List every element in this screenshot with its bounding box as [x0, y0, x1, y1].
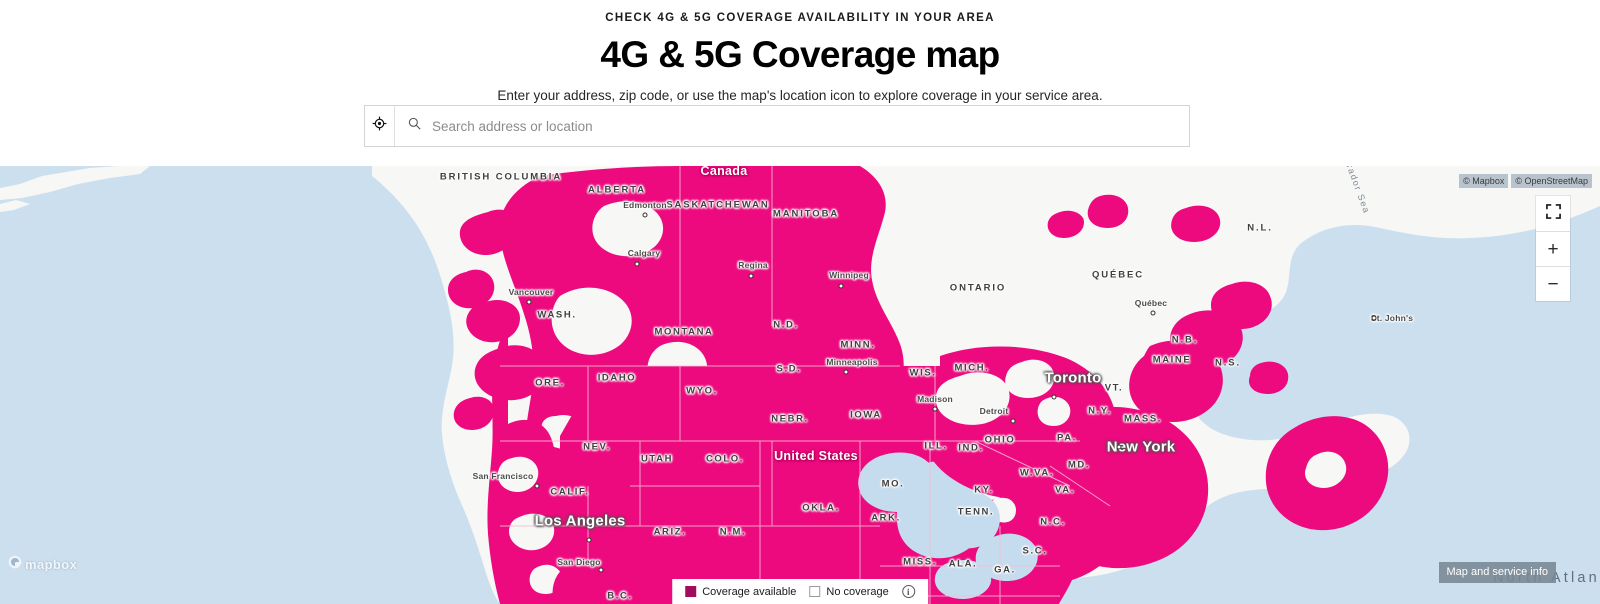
search-field[interactable] — [395, 106, 1189, 146]
legend-swatch-coverage-available — [685, 586, 697, 597]
minus-icon: − — [1547, 273, 1559, 295]
map-controls: + − — [1536, 196, 1570, 301]
map-canvas[interactable] — [0, 166, 1600, 604]
page-subtitle: Enter your address, zip code, or use the… — [497, 88, 1103, 103]
mapbox-mark-icon — [8, 555, 22, 574]
legend-label-no-coverage: No coverage — [826, 585, 889, 598]
legend-item-no-coverage: No coverage — [809, 585, 889, 598]
mapbox-wordmark: mapbox — [25, 557, 78, 572]
attribution-mapbox[interactable]: © Mapbox — [1459, 174, 1509, 188]
attribution-openstreetmap[interactable]: © OpenStreetMap — [1511, 174, 1592, 188]
plus-icon: + — [1547, 238, 1559, 260]
zoom-out-button[interactable]: − — [1536, 266, 1570, 301]
map-legend: Coverage available No coverage i — [672, 579, 928, 604]
search-bar — [364, 105, 1190, 147]
crosshair-location-icon — [372, 116, 387, 136]
page-eyebrow: CHECK 4G & 5G COVERAGE AVAILABILITY IN Y… — [605, 12, 995, 24]
fullscreen-button[interactable] — [1536, 196, 1570, 231]
map-and-service-info-button[interactable]: Map and service info — [1438, 562, 1556, 583]
zoom-in-button[interactable]: + — [1536, 231, 1570, 266]
legend-label-coverage-available: Coverage available — [702, 585, 797, 598]
page-header: CHECK 4G & 5G COVERAGE AVAILABILITY IN Y… — [0, 0, 1600, 166]
legend-item-coverage-available: Coverage available — [685, 586, 796, 598]
page-title: 4G & 5G Coverage map — [600, 34, 1000, 75]
info-circle-icon[interactable]: i — [901, 585, 915, 598]
use-my-location-button[interactable] — [365, 106, 395, 146]
coverage-map[interactable]: North Pacific Ocean North Atlantic Ocean… — [0, 166, 1600, 604]
fullscreen-icon — [1545, 203, 1561, 224]
map-attribution: © Mapbox © OpenStreetMap — [1459, 174, 1592, 188]
legend-swatch-no-coverage — [809, 586, 821, 597]
mapbox-logo[interactable]: mapbox — [8, 555, 77, 574]
search-input[interactable] — [430, 107, 1189, 145]
search-icon — [408, 117, 421, 135]
